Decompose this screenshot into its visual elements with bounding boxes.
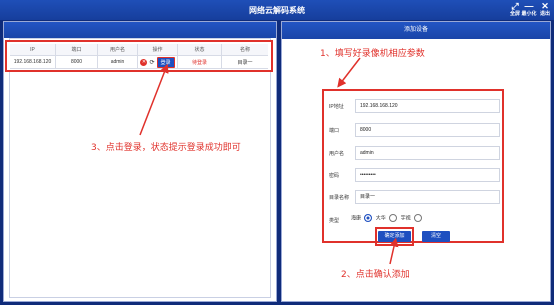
table-header-row: IP 端口 用户名 操作 状态 名称 [10, 44, 268, 56]
login-button[interactable]: 登录 [156, 56, 175, 68]
username-row: 用户名 admin [329, 146, 500, 160]
option-label-dahua: 大华 [375, 215, 386, 222]
device-list-area [9, 38, 271, 298]
password-row: 密码 ••••••••• [329, 168, 500, 182]
annotation-step2: 2、点击确认添加 [341, 270, 410, 280]
delete-icon[interactable]: ✕ [140, 58, 148, 66]
catalog-input[interactable]: 目录一 [355, 190, 500, 204]
app-title: 网络云解码系统 [249, 6, 305, 15]
column-header-port: 端口 [56, 44, 98, 55]
cell-name: 目录一 [237, 59, 253, 66]
column-header-ip: IP [10, 44, 56, 55]
column-header-username: 用户名 [98, 44, 138, 55]
table-row[interactable]: 192.168.168.120 8000 admin ✕ ⟳ 登录 待登录 目录… [10, 56, 268, 69]
radio-dahua[interactable] [389, 214, 398, 222]
column-header-status: 状态 [178, 44, 222, 55]
port-row: 端口 8000 [329, 123, 500, 137]
column-header-actions: 操作 [138, 44, 178, 55]
cell-actions: ✕ ⟳ 登录 [138, 56, 178, 68]
port-input[interactable]: 8000 [355, 123, 500, 137]
annotation-step3: 3、点击登录，状态提示登录成功即可 [91, 143, 241, 153]
column-header-name: 名称 [239, 47, 250, 53]
radio-uniview[interactable] [414, 214, 422, 222]
status-badge: 待登录 [178, 56, 222, 68]
type-options: 海康 大华 宇视 [351, 214, 424, 222]
add-device-title: 添加设备 [282, 22, 550, 39]
username-label: 用户名 [329, 151, 345, 157]
ip-input[interactable]: 192.168.168.120 [355, 99, 500, 113]
password-input[interactable]: ••••••••• [355, 168, 500, 182]
catalog-label: 目录名称 [329, 195, 350, 201]
username-input[interactable]: admin [355, 146, 500, 160]
cell-username: admin [98, 56, 138, 68]
type-row: 类型 海康 大华 宇视 [329, 213, 499, 227]
clear-button[interactable]: 清空 [422, 231, 450, 242]
title-bar: 网络云解码系统 ⤢ 全屏 — 最小化 ✕ 退出 [0, 0, 554, 20]
device-table: IP 端口 用户名 操作 状态 名称 192.168.168.120 8000 … [10, 44, 268, 69]
close-icon: ✕ [541, 1, 549, 11]
device-list-header [4, 22, 276, 38]
option-label-uniview: 宇视 [400, 215, 411, 222]
type-label: 类型 [329, 218, 340, 224]
option-label-hikvision: 海康 [351, 215, 362, 222]
annotation-step1: 1、填写好录像机相应参数 [320, 49, 425, 59]
ip-label: IP地址 [329, 104, 344, 110]
add-device-form: IP地址 192.168.168.120 端口 8000 用户名 admin 密… [322, 89, 504, 243]
password-label: 密码 [329, 173, 340, 179]
refresh-icon[interactable]: ⟳ [149, 59, 154, 66]
device-table-highlight: IP 端口 用户名 操作 状态 名称 192.168.168.120 8000 … [5, 40, 273, 72]
cell-ip: 192.168.168.120 [10, 56, 56, 68]
catalog-row: 目录名称 目录一 [329, 190, 500, 204]
port-label: 端口 [329, 128, 340, 134]
radio-hikvision[interactable] [364, 214, 373, 222]
cell-port: 8000 [56, 56, 98, 68]
add-device-panel: 添加设备 IP地址 192.168.168.120 端口 8000 用户名 ad… [281, 21, 551, 302]
ip-row: IP地址 192.168.168.120 [329, 99, 500, 113]
exit-button[interactable]: ✕ 退出 [535, 1, 554, 18]
confirm-add-button[interactable]: 确定添加 [378, 231, 411, 242]
